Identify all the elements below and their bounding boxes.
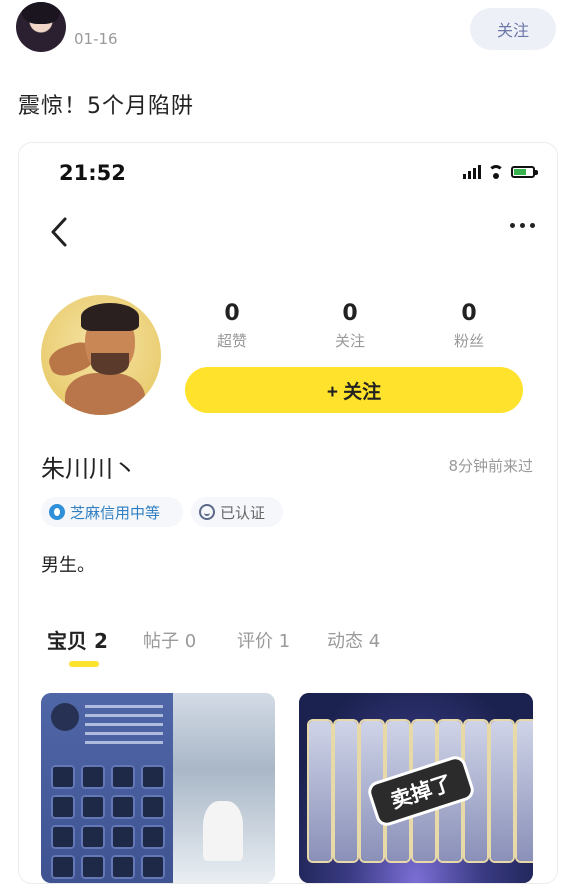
post-date: 01-16 — [74, 30, 118, 48]
verified-icon — [199, 504, 215, 520]
status-time: 21:52 — [59, 161, 126, 185]
active-tab-underline — [69, 661, 99, 667]
zhima-icon — [49, 504, 65, 520]
status-icons — [463, 165, 538, 179]
tab-reviews-count: 1 — [278, 631, 291, 652]
profile-avatar[interactable] — [41, 295, 161, 415]
credit-badge-label: 芝麻信用中等 — [70, 503, 161, 522]
author-avatar[interactable] — [16, 2, 66, 52]
stat-following[interactable]: 0 关注 — [315, 301, 385, 351]
stat-fans[interactable]: 0 粉丝 — [434, 301, 504, 351]
tab-posts[interactable]: 帖子 0 — [143, 627, 196, 653]
profile-stats: 0 超赞 0 关注 0 粉丝 — [195, 301, 541, 353]
follow-author-button[interactable]: 关注 — [470, 8, 556, 50]
stat-likes-value: 0 — [224, 301, 240, 326]
follow-profile-button[interactable]: + 关注 — [185, 367, 523, 413]
verified-badge-label: 已认证 — [220, 503, 266, 522]
verified-badge[interactable]: 已认证 — [191, 497, 283, 527]
item-card[interactable] — [41, 693, 275, 883]
tab-reviews[interactable]: 评价 1 — [237, 627, 290, 653]
stat-fans-label: 粉丝 — [453, 332, 484, 350]
tab-posts-count: 0 — [184, 631, 197, 652]
more-icon[interactable] — [510, 223, 535, 228]
credit-badge[interactable]: 芝麻信用中等 — [41, 497, 183, 527]
embedded-screenshot: 21:52 0 超赞 0 关注 0 粉丝 + 关注 朱川川丶 8分钟前来过 芝麻… — [18, 142, 558, 884]
post-title: 震惊！5个月陷阱 — [18, 94, 194, 119]
stat-likes-label: 超赞 — [216, 332, 247, 350]
stat-following-label: 关注 — [334, 332, 365, 350]
item-card[interactable]: 卖掉了 — [299, 693, 533, 883]
tab-activity-count: 4 — [368, 631, 381, 652]
tab-activity[interactable]: 动态 4 — [327, 627, 380, 653]
tab-reviews-label: 评价 — [237, 631, 273, 652]
profile-tabs: 宝贝 2 帖子 0 评价 1 动态 4 — [19, 621, 557, 671]
battery-icon — [511, 166, 538, 178]
item-card-scene — [173, 693, 275, 883]
tab-activity-label: 动态 — [327, 631, 363, 652]
last-seen: 8分钟前来过 — [448, 457, 533, 475]
tab-items-count: 2 — [93, 629, 108, 653]
tab-items-label: 宝贝 — [47, 629, 87, 653]
stat-following-value: 0 — [342, 301, 358, 326]
post-header: 01-16 关注 — [0, 0, 571, 60]
stat-fans-value: 0 — [461, 301, 477, 326]
tab-posts-label: 帖子 — [143, 631, 179, 652]
tab-items[interactable]: 宝贝 2 — [47, 625, 108, 654]
back-icon[interactable] — [45, 215, 75, 249]
profile-bio: 男生。 — [41, 555, 95, 576]
wifi-icon — [487, 165, 505, 179]
profile-username: 朱川川丶 — [41, 455, 137, 483]
stat-likes[interactable]: 0 超赞 — [197, 301, 267, 351]
signal-icon — [463, 165, 481, 179]
item-card-image — [41, 693, 173, 883]
